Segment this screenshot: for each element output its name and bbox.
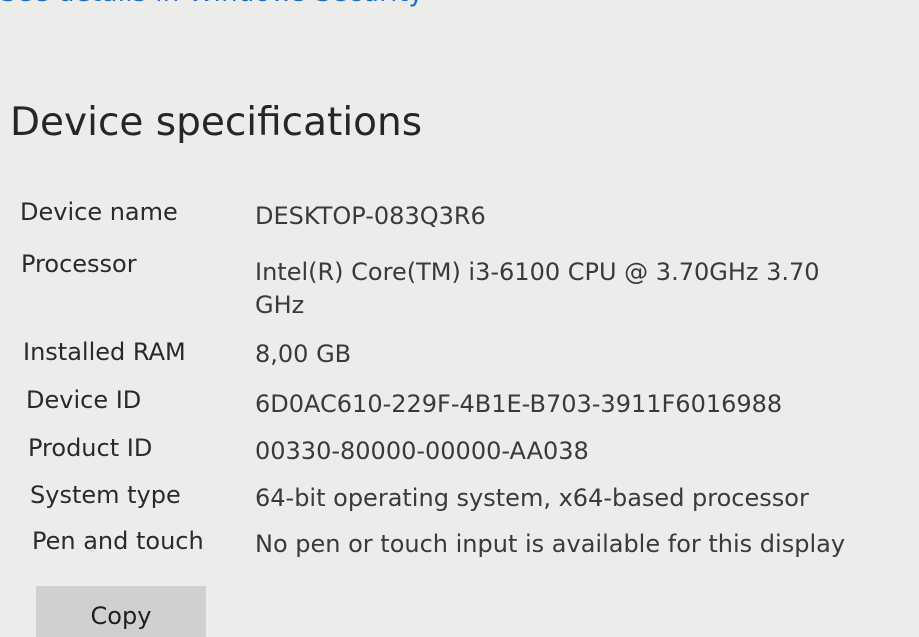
- spec-label: Device name: [20, 198, 178, 226]
- spec-value-pen-and-touch: No pen or touch input is available for t…: [255, 530, 846, 558]
- spec-value-device-name: DESKTOP-083Q3R6: [255, 202, 486, 230]
- spec-value-system-type: 64-bit operating system, x64-based proce…: [255, 484, 809, 512]
- spec-value-installed-ram: 8,00 GB: [255, 340, 352, 368]
- spec-label: Installed RAM: [23, 338, 186, 366]
- spec-label: Processor: [21, 250, 137, 278]
- spec-label: Product ID: [28, 434, 153, 462]
- spec-label: System type: [30, 481, 181, 509]
- device-specs-list: Device name DESKTOP-083Q3R6 Processor In…: [0, 0, 919, 637]
- copy-button[interactable]: Copy: [36, 586, 206, 637]
- spec-value-processor: Intel(R) Core(TM) i3-6100 CPU @ 3.70GHz …: [255, 258, 820, 319]
- spec-label: Pen and touch: [32, 527, 204, 555]
- spec-value-device-id: 6D0AC610-229F-4B1E-B703-3911F6016988: [255, 390, 783, 418]
- spec-label: Device ID: [26, 386, 142, 414]
- spec-value-product-id: 00330-80000-00000-AA038: [255, 437, 589, 465]
